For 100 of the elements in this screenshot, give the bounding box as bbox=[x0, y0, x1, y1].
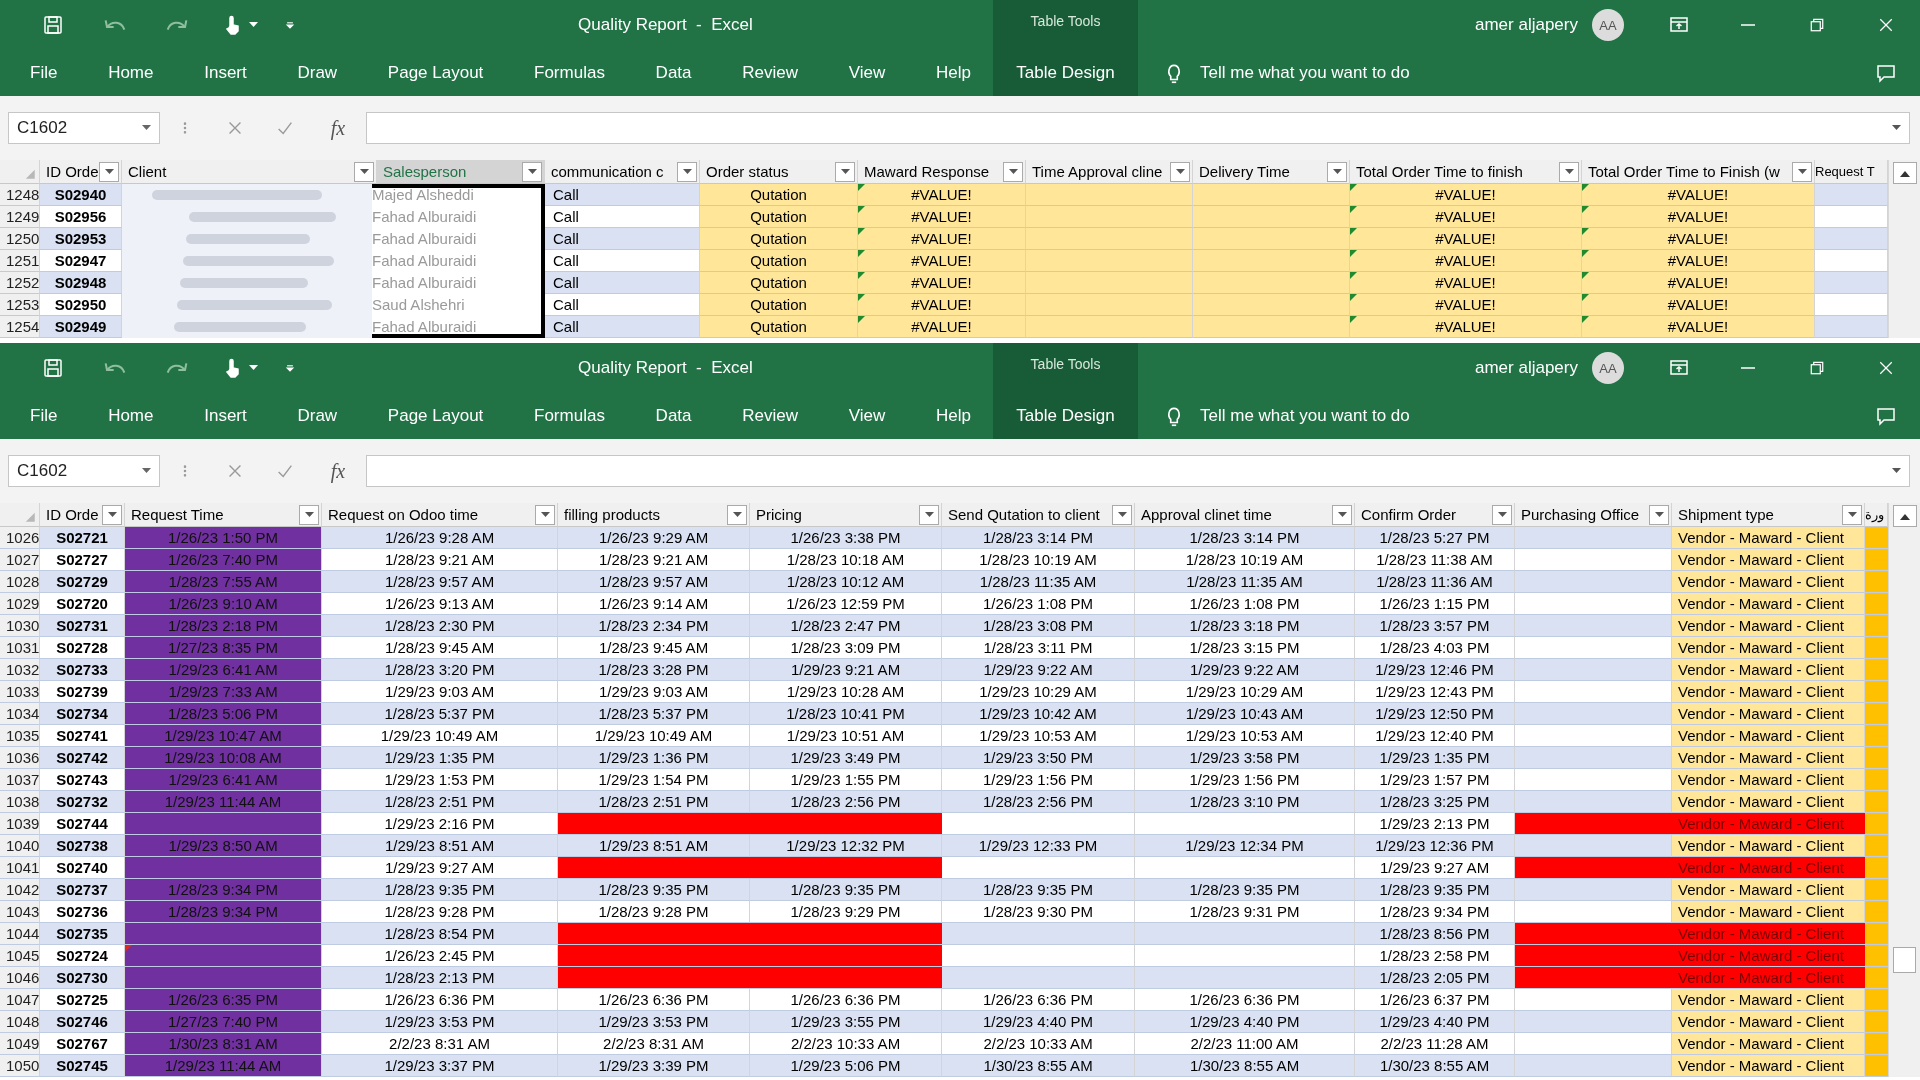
ribbon-tab[interactable]: Formulas bbox=[534, 63, 605, 83]
ribbon-tab[interactable]: File bbox=[30, 406, 58, 426]
column-header[interactable]: Total Order Time to Finish (w bbox=[1582, 160, 1815, 184]
filter-button[interactable] bbox=[727, 504, 747, 525]
column-header[interactable]: ورة bbox=[1865, 503, 1888, 527]
table-cell: 1/28/23 2:58 PM bbox=[1355, 945, 1515, 967]
column-header[interactable]: Client bbox=[122, 160, 377, 184]
filter-button[interactable] bbox=[835, 161, 855, 182]
column-header[interactable]: Time Approval cline bbox=[1026, 160, 1193, 184]
column-header[interactable]: Approval clinet time bbox=[1135, 503, 1355, 527]
filter-button[interactable] bbox=[299, 504, 319, 525]
column-header[interactable]: Request T bbox=[1815, 160, 1888, 184]
ribbon-tab[interactable]: Page Layout bbox=[387, 63, 484, 83]
filter-button[interactable] bbox=[919, 504, 939, 525]
filter-button[interactable] bbox=[1649, 504, 1669, 525]
name-box[interactable]: C1602 bbox=[8, 455, 160, 487]
column-header[interactable]: Send Qutation to client bbox=[942, 503, 1135, 527]
insert-function-button[interactable]: fx bbox=[310, 459, 366, 483]
row-number: 1249 bbox=[0, 206, 40, 228]
column-header[interactable]: Confirm Order bbox=[1355, 503, 1515, 527]
column-header[interactable]: Purchasing Office bbox=[1515, 503, 1672, 527]
filter-button[interactable] bbox=[1003, 161, 1023, 182]
column-label: Request on Odoo time bbox=[328, 506, 479, 523]
table-cell: Vendor - Maward - Client bbox=[1672, 813, 1865, 835]
insert-function-button[interactable]: fx bbox=[310, 116, 366, 140]
column-label: Purchasing Office bbox=[1521, 506, 1640, 523]
table-cell: 1/28/23 11:36 AM bbox=[1355, 571, 1515, 593]
minimize-icon bbox=[1739, 24, 1756, 26]
table-cell: #VALUE! bbox=[858, 184, 1026, 206]
table-cell: 1/28/23 9:57 AM bbox=[558, 571, 750, 593]
column-header[interactable]: Order status bbox=[700, 160, 858, 184]
ribbon-tab[interactable]: Insert bbox=[204, 63, 247, 83]
filter-button[interactable] bbox=[1792, 161, 1812, 182]
filter-button[interactable] bbox=[354, 161, 374, 182]
ribbon-tab[interactable]: View bbox=[848, 63, 886, 83]
column-header[interactable]: Total Order Time to finish bbox=[1350, 160, 1582, 184]
tell-me-search[interactable]: Tell me what you want to do bbox=[1200, 63, 1410, 83]
column-header[interactable]: Delivery Time bbox=[1193, 160, 1350, 184]
table-cell: 1/28/23 9:57 AM bbox=[322, 571, 558, 593]
ribbon-tab[interactable]: Help bbox=[936, 406, 971, 426]
ribbon-tab[interactable]: Draw bbox=[297, 406, 338, 426]
column-header[interactable]: Request Time bbox=[125, 503, 322, 527]
dropdown-icon bbox=[1847, 511, 1857, 518]
vertical-scrollbar[interactable] bbox=[1888, 503, 1920, 1077]
user-avatar[interactable]: AA bbox=[1592, 352, 1624, 384]
column-label: Order status bbox=[706, 163, 789, 180]
filter-button[interactable] bbox=[522, 161, 542, 182]
filter-button[interactable] bbox=[1112, 504, 1132, 525]
filter-button[interactable] bbox=[1170, 161, 1190, 182]
ribbon-tab[interactable]: Home bbox=[108, 406, 154, 426]
table-cell: 1/28/23 9:35 PM bbox=[558, 879, 750, 901]
ribbon-tab[interactable]: Insert bbox=[204, 406, 247, 426]
column-header[interactable]: Salesperson bbox=[377, 160, 545, 184]
column-header[interactable]: Request on Odoo time bbox=[322, 503, 558, 527]
filter-button[interactable] bbox=[1492, 504, 1512, 525]
ribbon-tab[interactable]: Data bbox=[655, 63, 692, 83]
filter-button[interactable] bbox=[677, 161, 697, 182]
table-cell: 1/28/23 9:34 PM bbox=[125, 901, 322, 923]
ribbon-tab[interactable]: Table Design bbox=[993, 50, 1138, 96]
ribbon-tab[interactable]: Formulas bbox=[534, 406, 605, 426]
filter-button[interactable] bbox=[1327, 161, 1347, 182]
filter-button[interactable] bbox=[1559, 161, 1579, 182]
highlighted-cell bbox=[1865, 571, 1888, 593]
filter-button[interactable] bbox=[102, 504, 122, 525]
column-header[interactable]: communication c bbox=[545, 160, 700, 184]
formula-input[interactable] bbox=[366, 455, 1910, 487]
ribbon-tab[interactable]: Home bbox=[108, 63, 154, 83]
ribbon-tab[interactable]: Page Layout bbox=[387, 406, 484, 426]
column-header[interactable]: ID Orde bbox=[40, 503, 125, 527]
ribbon-tab[interactable]: Review bbox=[742, 406, 798, 426]
column-header[interactable]: filling products bbox=[558, 503, 750, 527]
column-header[interactable]: ID Orde bbox=[40, 160, 122, 184]
ribbon-tab[interactable]: Data bbox=[655, 406, 692, 426]
filter-button[interactable] bbox=[1842, 504, 1862, 525]
name-box[interactable]: C1602 bbox=[8, 112, 160, 144]
filter-button[interactable] bbox=[1332, 504, 1352, 525]
ribbon-tab[interactable]: Help bbox=[936, 63, 971, 83]
scroll-up-button[interactable] bbox=[1892, 162, 1917, 184]
column-header[interactable]: Shipment type bbox=[1672, 503, 1865, 527]
ribbon-tab[interactable]: Table Design bbox=[993, 393, 1138, 439]
column-header[interactable]: Pricing bbox=[750, 503, 942, 527]
table-cell: Call bbox=[545, 294, 700, 316]
row-number: 1251 bbox=[0, 250, 40, 272]
filter-button[interactable] bbox=[99, 161, 119, 182]
filter-button[interactable] bbox=[535, 504, 555, 525]
user-avatar[interactable]: AA bbox=[1592, 9, 1624, 41]
ribbon-tab[interactable]: Draw bbox=[297, 63, 338, 83]
undo-icon bbox=[104, 362, 126, 374]
ribbon-tab[interactable]: File bbox=[30, 63, 58, 83]
ribbon-tab[interactable]: View bbox=[848, 406, 886, 426]
column-header[interactable]: Maward Response bbox=[858, 160, 1026, 184]
table-cell: 1/28/23 9:35 PM bbox=[322, 879, 558, 901]
table-cell: S02742 bbox=[40, 747, 125, 769]
scrollbar-thumb[interactable] bbox=[1893, 947, 1916, 973]
formula-input[interactable] bbox=[366, 112, 1910, 144]
table-cell: 1/28/23 2:56 PM bbox=[942, 791, 1135, 813]
ribbon-tab[interactable]: Review bbox=[742, 63, 798, 83]
vertical-scrollbar[interactable] bbox=[1888, 160, 1920, 338]
tell-me-search[interactable]: Tell me what you want to do bbox=[1200, 406, 1410, 426]
scroll-up-button[interactable] bbox=[1892, 505, 1917, 527]
